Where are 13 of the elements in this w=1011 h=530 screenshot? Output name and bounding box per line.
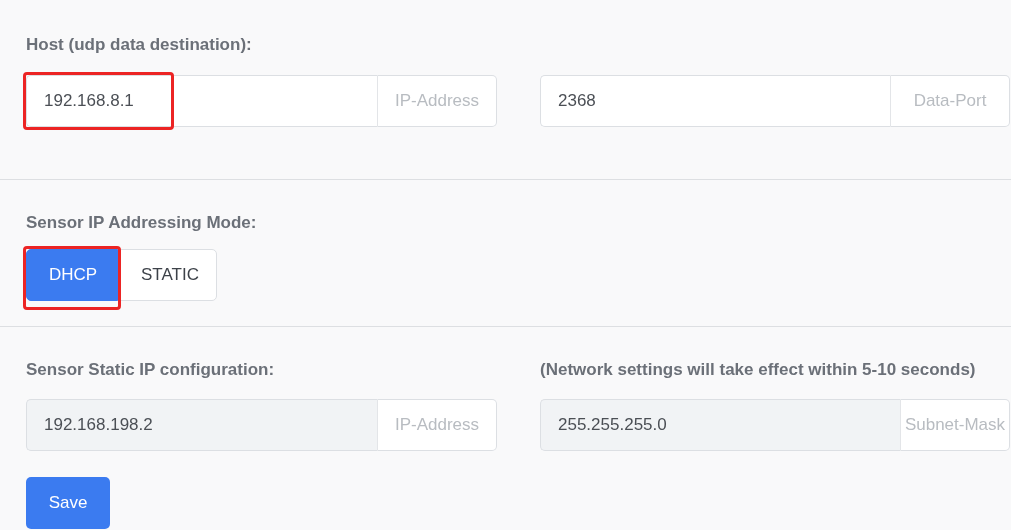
- field-addon-label: Subnet-Mask: [900, 399, 1010, 451]
- field-addon-label: IP-Address: [377, 399, 497, 451]
- section-title: Sensor Static IP configuration:: [26, 359, 276, 381]
- input-field[interactable]: 2368: [540, 75, 890, 127]
- section-note: (Network settings will take effect within 5-10 seconds): [540, 359, 977, 381]
- section-title: Host (udp data destination):: [26, 34, 253, 56]
- field-addon-label: IP-Address: [377, 75, 497, 127]
- mode-toggle-button[interactable]: STATIC: [118, 249, 217, 301]
- section-title: Sensor IP Addressing Mode:: [26, 212, 258, 234]
- input-field[interactable]: 192.168.8.1: [26, 75, 377, 127]
- field-addon-label: Data-Port: [890, 75, 1010, 127]
- save-button[interactable]: Save: [26, 477, 110, 529]
- mode-toggle-button[interactable]: DHCP: [26, 249, 118, 301]
